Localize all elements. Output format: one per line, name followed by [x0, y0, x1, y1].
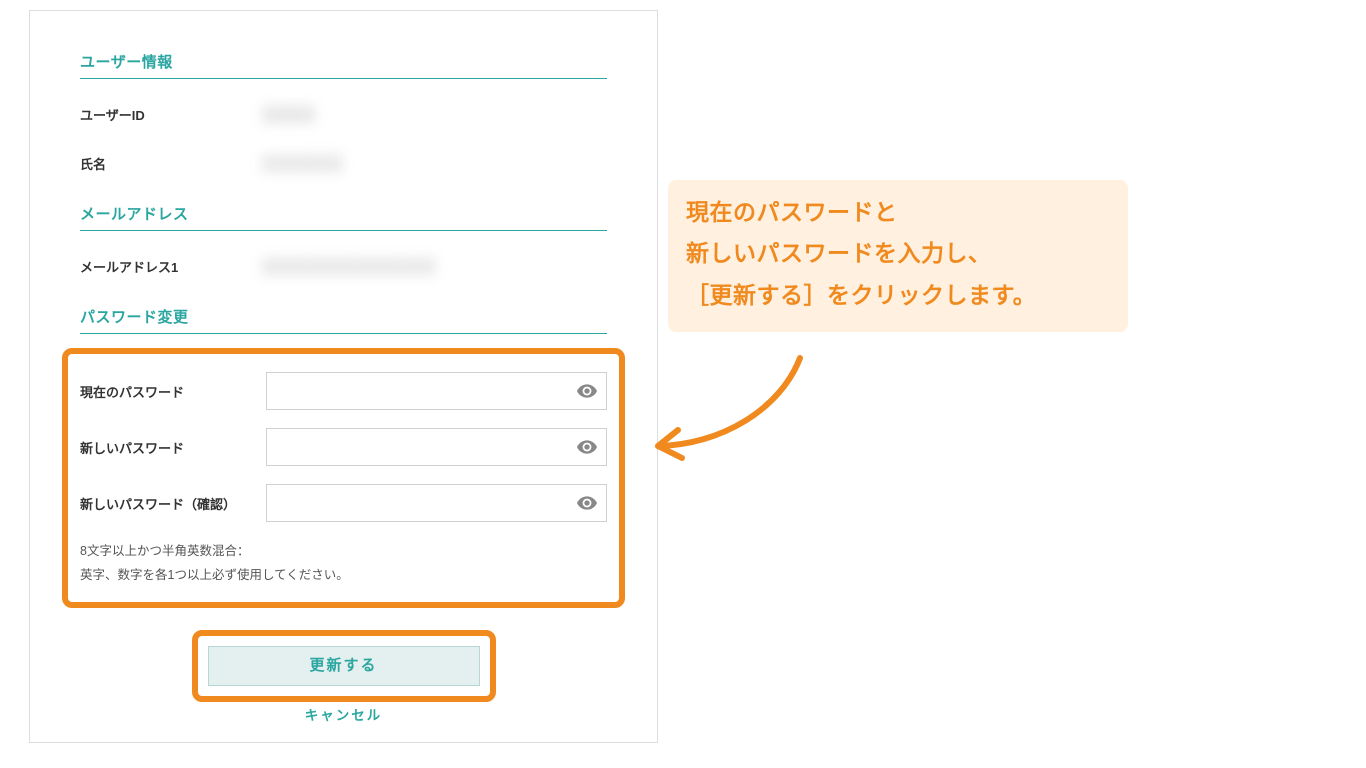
instruction-callout: 現在のパスワードと 新しいパスワードを入力し、 ［更新する］をクリックします。: [668, 180, 1128, 332]
section-heading-password: パスワード変更: [80, 306, 607, 334]
email1-value: ███████████████: [262, 258, 436, 275]
confirm-password-input-wrap: [266, 484, 607, 522]
current-password-row: 現在のパスワード: [80, 372, 607, 410]
name-row: 氏名 ███████: [80, 154, 607, 173]
user-id-row: ユーザーID █████: [80, 105, 607, 124]
update-button[interactable]: 更新する: [208, 646, 480, 686]
email1-label: メールアドレス1: [80, 257, 262, 276]
eye-icon[interactable]: [577, 384, 597, 398]
current-password-input-wrap: [266, 372, 607, 410]
eye-icon[interactable]: [577, 496, 597, 510]
current-password-input[interactable]: [266, 372, 607, 410]
eye-icon[interactable]: [577, 440, 597, 454]
email1-row: メールアドレス1 ███████████████: [80, 257, 607, 276]
confirm-password-input[interactable]: [266, 484, 607, 522]
password-highlight-box: 現在のパスワード 新しいパスワード 新しいパスワード（確認）: [62, 348, 625, 608]
new-password-input-wrap: [266, 428, 607, 466]
current-password-label: 現在のパスワード: [80, 382, 266, 401]
section-heading-email: メールアドレス: [80, 203, 607, 231]
callout-line-1: 現在のパスワードと: [686, 192, 1110, 233]
password-hint-line2: 英字、数字を各1つ以上必ず使用してください。: [80, 564, 607, 588]
callout-line-3: ［更新する］をクリックします。: [686, 275, 1110, 316]
cancel-link[interactable]: キャンセル: [80, 704, 607, 724]
password-hint: 8文字以上かつ半角英数混合： 英字、数字を各1つ以上必ず使用してください。: [80, 540, 607, 588]
name-value: ███████: [262, 155, 343, 172]
update-highlight-box: 更新する: [192, 630, 496, 702]
confirm-password-label: 新しいパスワード（確認）: [80, 494, 266, 513]
user-id-label: ユーザーID: [80, 105, 262, 124]
confirm-password-row: 新しいパスワード（確認）: [80, 484, 607, 522]
name-label: 氏名: [80, 154, 262, 173]
new-password-input[interactable]: [266, 428, 607, 466]
settings-form-panel: ユーザー情報 ユーザーID █████ 氏名 ███████ メールアドレス メ…: [29, 10, 658, 743]
user-id-value: █████: [262, 106, 315, 123]
callout-line-2: 新しいパスワードを入力し、: [686, 233, 1110, 274]
section-heading-user-info: ユーザー情報: [80, 51, 607, 79]
new-password-row: 新しいパスワード: [80, 428, 607, 466]
actions: 更新する キャンセル: [80, 630, 607, 724]
callout-arrow-icon: [640, 350, 830, 470]
new-password-label: 新しいパスワード: [80, 438, 266, 457]
password-hint-line1: 8文字以上かつ半角英数混合：: [80, 540, 607, 564]
